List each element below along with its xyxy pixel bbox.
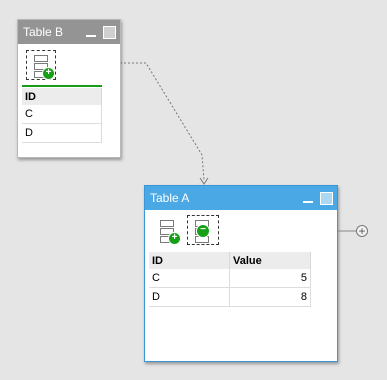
table-row[interactable]: C [22,105,102,124]
add-connection-button[interactable]: + [356,225,368,237]
cell[interactable]: C [22,105,102,124]
cell[interactable]: 5 [229,269,311,288]
table-row[interactable]: D 8 [149,287,311,307]
add-rows-button[interactable]: + [26,50,56,80]
table-a-title: Table A [150,191,190,205]
minimize-button[interactable] [85,26,97,38]
table-a-titlebar[interactable]: Table A [145,186,337,210]
maximize-button[interactable] [103,25,116,39]
table-b-title: Table B [23,25,64,39]
remove-rows-button[interactable]: − [187,215,219,245]
table-a-grid: ID Value C 5 D 8 [149,252,311,307]
table-row[interactable]: D [22,123,102,143]
column-header[interactable]: ID [149,252,230,269]
cell[interactable]: 8 [229,287,311,307]
table-row[interactable]: C 5 [149,269,311,288]
plus-icon: + [168,232,181,245]
table-b-titlebar[interactable]: Table B [18,20,120,44]
add-rows-button[interactable]: + [155,216,183,246]
cell[interactable]: D [22,123,102,143]
minus-icon: − [196,224,210,238]
cell[interactable]: D [149,287,230,307]
plus-icon: + [42,67,55,80]
table-a-window[interactable]: Table A + − ID Value C 5 D 8 [144,185,338,362]
column-header[interactable]: ID [22,88,102,105]
toolbar-underline [22,85,102,87]
maximize-button[interactable] [320,191,333,205]
table-b-grid: ID C D [22,88,102,143]
minimize-button[interactable] [302,192,314,204]
table-b-window[interactable]: Table B + ID C D [17,19,121,158]
column-header[interactable]: Value [229,252,311,269]
cell[interactable]: C [149,269,230,288]
